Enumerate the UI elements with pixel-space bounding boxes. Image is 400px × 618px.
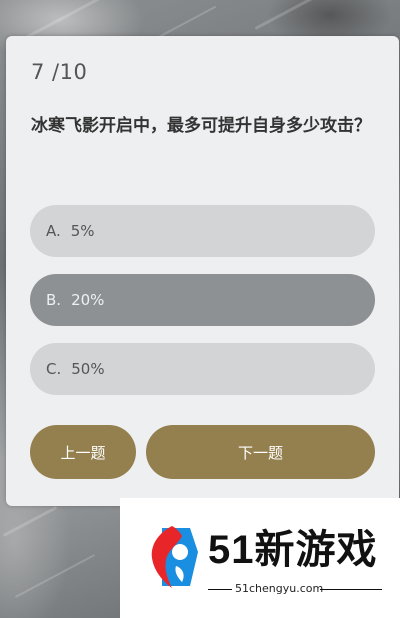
option-a[interactable]: A. 5%: [30, 205, 375, 257]
watermark-domain: 51chengyu.com: [235, 582, 324, 595]
option-key: A.: [46, 222, 61, 240]
option-text: 5%: [70, 222, 95, 240]
site-watermark: 51新游戏 51chengyu.com: [120, 498, 400, 618]
brand-logo-icon: [151, 526, 198, 588]
quiz-card: 7 /10 冰寒飞影开启中，最多可提升自身多少攻击？ A. 5% B. 20% …: [6, 36, 399, 506]
option-c[interactable]: C. 50%: [30, 343, 375, 395]
question-text: 冰寒飞影开启中，最多可提升自身多少攻击？: [31, 116, 371, 136]
next-question-button[interactable]: 下一题: [146, 425, 375, 479]
option-text: 20%: [71, 291, 105, 309]
option-b[interactable]: B. 20%: [30, 274, 375, 326]
option-key: B.: [46, 291, 62, 309]
option-key: C.: [46, 360, 62, 378]
previous-question-button[interactable]: 上一题: [30, 425, 136, 479]
watermark-divider: [320, 589, 382, 590]
question-progress: 7 /10: [31, 60, 88, 84]
watermark-divider: [208, 589, 232, 590]
watermark-brand: 51新游戏: [208, 528, 378, 572]
option-text: 50%: [71, 360, 105, 378]
